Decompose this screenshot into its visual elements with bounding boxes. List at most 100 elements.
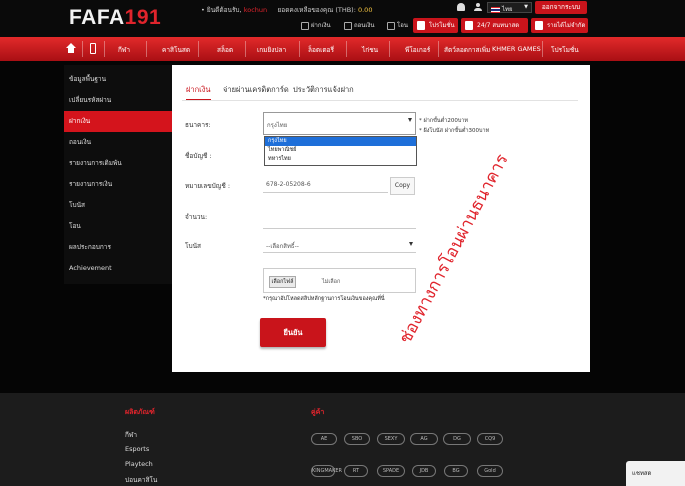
logout-button[interactable]: ออกจากระบบ <box>535 1 587 14</box>
sidebar-item-withdraw[interactable]: ถอนเงิน <box>64 132 172 153</box>
affiliate-button[interactable]: รายได้ไม่จำกัด <box>531 18 588 33</box>
nav-fishing[interactable]: เกมยิงปลา <box>257 45 286 55</box>
footer-link-playtech[interactable]: Playtech <box>125 460 153 468</box>
partner-logo-ag[interactable]: AG <box>410 433 438 445</box>
submit-button[interactable]: ยืนยัน <box>260 318 326 347</box>
footer: ผลิตภัณฑ์ คู่ค้า กีฬา Esports Playtech บ… <box>0 393 685 486</box>
tab-credit-card[interactable]: จ่ายผ่านเครดิตการ์ด <box>223 84 289 96</box>
mobile-icon[interactable] <box>90 43 96 54</box>
nav-lottery[interactable]: ล็อตเตอรี่ <box>308 45 334 55</box>
nav-live-casino[interactable]: คาสิโนสด <box>162 45 190 55</box>
withdraw-icon <box>344 21 352 30</box>
bank-option-scb[interactable]: ไทยพาณิชย์ <box>265 146 416 155</box>
partner-logo-dg[interactable]: DG <box>443 433 471 445</box>
main-nav: กีฬา คาสิโนสด สล็อต เกมยิงปลา ล็อตเตอรี่… <box>0 37 685 61</box>
nav-cockfight[interactable]: ไก่ชน <box>362 45 378 55</box>
sidebar-item-achievement[interactable]: Achievement <box>64 258 172 279</box>
gift-icon <box>417 21 425 30</box>
partner-logo-rt[interactable]: RT <box>344 465 368 477</box>
header-withdraw-link[interactable]: ถอนเงิน <box>344 20 374 30</box>
bank-select-value: กรุงไทย <box>267 122 288 129</box>
bank-label: ธนาคาร: <box>185 121 211 129</box>
partner-logo-sbo[interactable]: SBO <box>344 433 370 445</box>
choose-file-button[interactable]: เลือกไฟล์ <box>269 276 296 288</box>
sidebar-item-deposit[interactable]: ฝากเงิน <box>64 111 178 132</box>
live-chat-button[interactable]: 24/7 สนทนาสด <box>461 18 528 33</box>
caret-down-icon: ▼ <box>524 4 528 10</box>
welcome-prefix: • ยินดีต้อนรับ, <box>201 6 242 14</box>
no-file-text: ไม่เลือก <box>322 279 341 285</box>
partner-logo-gold[interactable]: Gold <box>477 465 503 477</box>
partner-logo-jdb[interactable]: JDB <box>412 465 436 477</box>
copy-button[interactable]: Copy <box>390 177 415 195</box>
partners-heading: คู่ค้า <box>311 408 325 416</box>
top-header: FAFA191 • ยินดีต้อนรับ, kochun ยอดคงเหลื… <box>0 0 685 37</box>
partner-logo-sexy[interactable]: SEXY <box>377 433 405 445</box>
bank-select[interactable]: กรุงไทย <box>263 112 416 135</box>
language-select[interactable]: ไทย ▼ <box>487 2 532 13</box>
footer-link-casino[interactable]: บ่อนคาสิโน <box>125 475 157 485</box>
bonus-select[interactable]: --เลือกสิทธิ์-- <box>263 237 416 253</box>
nav-sports[interactable]: กีฬา <box>118 45 130 55</box>
sidebar-item-bonus[interactable]: โบนัส <box>64 195 172 216</box>
tab-divider <box>182 100 578 101</box>
balance-value: 0.00 <box>357 6 373 14</box>
min-deposit-note: * ฝากขั้นต่ำ200บาท <box>419 118 469 124</box>
products-heading: ผลิตภัณฑ์ <box>125 408 155 416</box>
live-chat-widget[interactable]: แชทสด <box>626 461 685 486</box>
tab-deposit-history[interactable]: ประวัติการแจ้งฝาก <box>293 84 354 96</box>
username[interactable]: kochun <box>244 6 267 14</box>
sidebar-item-transfer[interactable]: โอน <box>64 216 172 237</box>
welcome-line: • ยินดีต้อนรับ, kochun ยอดคงเหลือของคุณ … <box>201 5 372 15</box>
partner-logo-ae[interactable]: AE <box>311 433 337 445</box>
nav-promotions[interactable]: โปรโมชั่น <box>551 45 579 55</box>
logo-text-white: FAFA <box>69 6 125 29</box>
deposit-panel: ฝากเงิน จ่ายผ่านเครดิตการ์ด ประวัติการแจ… <box>172 65 590 372</box>
partner-logo-spade[interactable]: SPADE <box>377 465 405 477</box>
support-icon <box>465 21 473 30</box>
nav-animal-lottery[interactable]: สัตว์ลอดกาสเพิ่ม <box>444 45 490 55</box>
bonus-min-note: * ฝังโบนัส ฝากขั้นต่ำ300บาท <box>419 128 490 134</box>
affiliate-icon <box>535 21 543 30</box>
chevron-down-icon <box>409 242 413 246</box>
user-icon[interactable] <box>474 3 482 11</box>
partner-logo-bg[interactable]: BG <box>444 465 468 477</box>
sidebar-item-basic-info[interactable]: ข้อมูลพื้นฐาน <box>64 69 172 90</box>
bank-option-ktb[interactable]: กรุงไทย <box>265 137 416 146</box>
bank-dropdown-list: กรุงไทย ไทยพาณิชย์ ทหารไทย <box>264 136 417 166</box>
account-number-field: 678-2-05208-6 <box>263 177 388 193</box>
partner-logo-kingmaker[interactable]: KINGMAKER <box>311 465 342 477</box>
nav-poker[interactable]: พีโอเกอร์ <box>405 45 430 55</box>
bonus-label: โบนัส <box>185 242 202 250</box>
chevron-down-icon <box>408 118 412 122</box>
header-transfer-link[interactable]: โอน <box>387 20 408 30</box>
bank-option-tmb[interactable]: ทหารไทย <box>265 155 416 164</box>
header-deposit-link[interactable]: ฝากเงิน <box>301 20 331 30</box>
nav-khmer-games[interactable]: KHMER GAMES <box>492 45 541 53</box>
account-sidebar: ข้อมูลพื้นฐาน เปลี่ยนรหัสผ่าน ฝากเงิน ถอ… <box>64 65 178 284</box>
thai-flag-icon <box>491 6 500 13</box>
home-icon[interactable] <box>66 43 76 53</box>
transfer-icon <box>387 21 395 30</box>
amount-input[interactable] <box>263 211 416 229</box>
footer-link-esports[interactable]: Esports <box>125 445 149 453</box>
sidebar-item-results[interactable]: ผลประกอบการ <box>64 237 172 258</box>
logo[interactable]: FAFA191 <box>69 6 161 30</box>
partner-logo-cq9[interactable]: CQ9 <box>477 433 503 445</box>
balance-label: ยอดคงเหลือของคุณ (THB): <box>277 6 356 14</box>
bell-icon[interactable] <box>457 3 465 11</box>
upload-hint: *กรุณาอัปโหลดสลิปหลักฐานการโอนเงินของคุณ… <box>263 296 385 302</box>
sidebar-item-finance-report[interactable]: รายงานการเงิน <box>64 174 172 195</box>
sidebar-item-bet-report[interactable]: รายงานการเดิมพัน <box>64 153 172 174</box>
account-number-label: หมายเลขบัญชี : <box>185 182 231 190</box>
nav-slots[interactable]: สล็อต <box>217 45 233 55</box>
tab-deposit[interactable]: ฝากเงิน <box>186 84 211 100</box>
footer-link-sports[interactable]: กีฬา <box>125 430 137 440</box>
deposit-icon <box>301 21 309 30</box>
promo-button[interactable]: โปรโมชั่น <box>413 18 458 33</box>
amount-label: จำนวน: <box>185 213 208 221</box>
sidebar-item-change-password[interactable]: เปลี่ยนรหัสผ่าน <box>64 90 172 111</box>
account-name-label: ชื่อบัญชี : <box>185 152 212 160</box>
bonus-select-placeholder: --เลือกสิทธิ์-- <box>266 243 299 250</box>
logo-text-red: 191 <box>124 6 162 29</box>
